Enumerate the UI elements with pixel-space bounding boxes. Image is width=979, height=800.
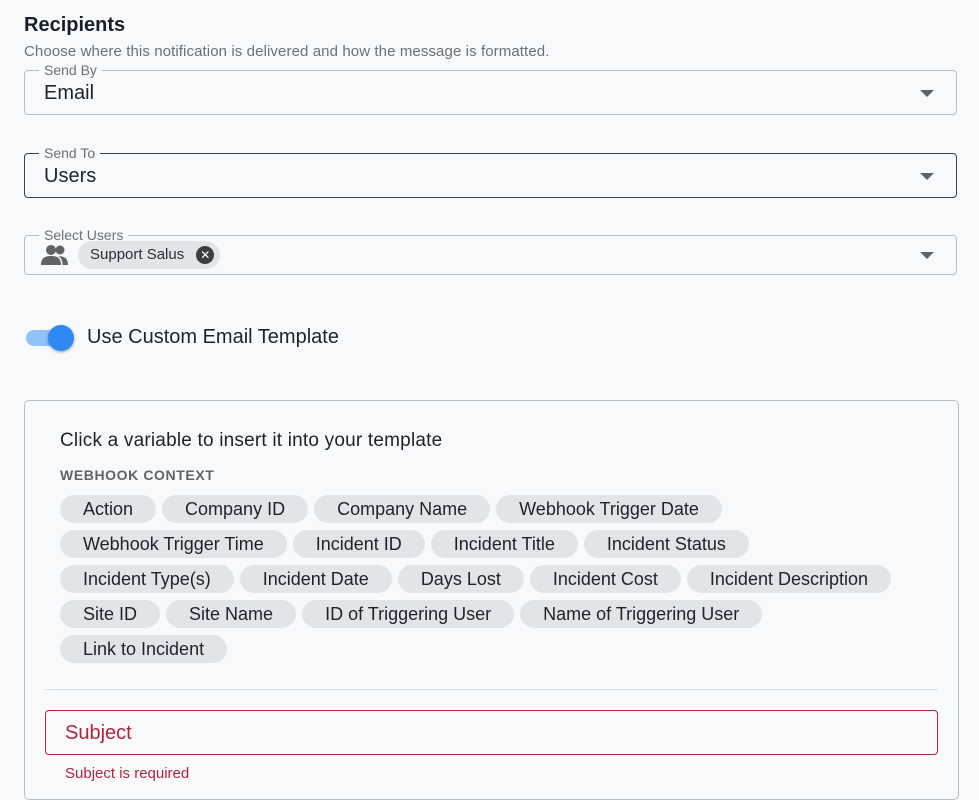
- variable-chip-triggering-user-id[interactable]: ID of Triggering User: [302, 600, 515, 628]
- variable-chip-triggering-user-name[interactable]: Name of Triggering User: [520, 600, 763, 628]
- variable-chip-company-id[interactable]: Company ID: [162, 495, 309, 523]
- custom-template-toggle-thumb[interactable]: [48, 325, 74, 351]
- send-to-label: Send To: [39, 144, 101, 162]
- variable-chip-incident-title[interactable]: Incident Title: [430, 530, 578, 558]
- selected-user-name: Support Salus: [90, 246, 185, 263]
- variable-chip-incident-id[interactable]: Incident ID: [292, 530, 425, 558]
- people-icon: [41, 245, 68, 265]
- variable-chip-days-lost[interactable]: Days Lost: [397, 565, 524, 593]
- variable-chip-company-name[interactable]: Company Name: [314, 495, 491, 523]
- webhook-context-heading: WEBHOOK CONTEXT: [60, 467, 215, 483]
- caret-down-icon: [920, 89, 934, 97]
- select-users-field[interactable]: Select Users Support Salus ✕: [24, 226, 957, 275]
- template-panel-heading: Click a variable to insert it into your …: [60, 430, 443, 451]
- caret-down-icon: [920, 172, 934, 180]
- send-by-select[interactable]: Send By Email: [24, 61, 957, 115]
- subject-input[interactable]: Subject: [45, 710, 938, 755]
- variable-chip-incident-cost[interactable]: Incident Cost: [529, 565, 681, 593]
- variable-chip-link-to-incident[interactable]: Link to Incident: [60, 635, 228, 663]
- variable-chip-site-id[interactable]: Site ID: [60, 600, 161, 628]
- section-subtitle: Choose where this notification is delive…: [24, 43, 550, 60]
- send-by-value: Email: [44, 82, 95, 104]
- section-title: Recipients: [24, 14, 126, 36]
- variable-chip-site-name[interactable]: Site Name: [166, 600, 297, 628]
- variable-chip-webhook-trigger-time[interactable]: Webhook Trigger Time: [60, 530, 287, 558]
- close-circle-icon[interactable]: ✕: [196, 246, 215, 264]
- variable-chip-webhook-trigger-date[interactable]: Webhook Trigger Date: [496, 495, 722, 523]
- send-to-select[interactable]: Send To Users: [24, 144, 957, 198]
- panel-divider: [45, 689, 938, 690]
- variable-chip-incident-types[interactable]: Incident Type(s): [60, 565, 234, 593]
- variable-chip-action[interactable]: Action: [60, 495, 157, 523]
- variable-chip-incident-description[interactable]: Incident Description: [686, 565, 892, 593]
- custom-template-toggle-label: Use Custom Email Template: [87, 326, 339, 348]
- variable-chip-incident-status[interactable]: Incident Status: [583, 530, 749, 558]
- subject-error-message: Subject is required: [65, 765, 190, 782]
- variable-chip-incident-date[interactable]: Incident Date: [239, 565, 392, 593]
- send-by-label: Send By: [39, 61, 102, 79]
- send-to-value: Users: [44, 165, 97, 187]
- subject-label: Subject: [65, 722, 132, 744]
- selected-user-chip[interactable]: Support Salus ✕: [78, 241, 221, 269]
- variable-chip-list: Action Company ID Company Name Webhook T…: [60, 495, 930, 670]
- caret-down-icon: [920, 252, 934, 259]
